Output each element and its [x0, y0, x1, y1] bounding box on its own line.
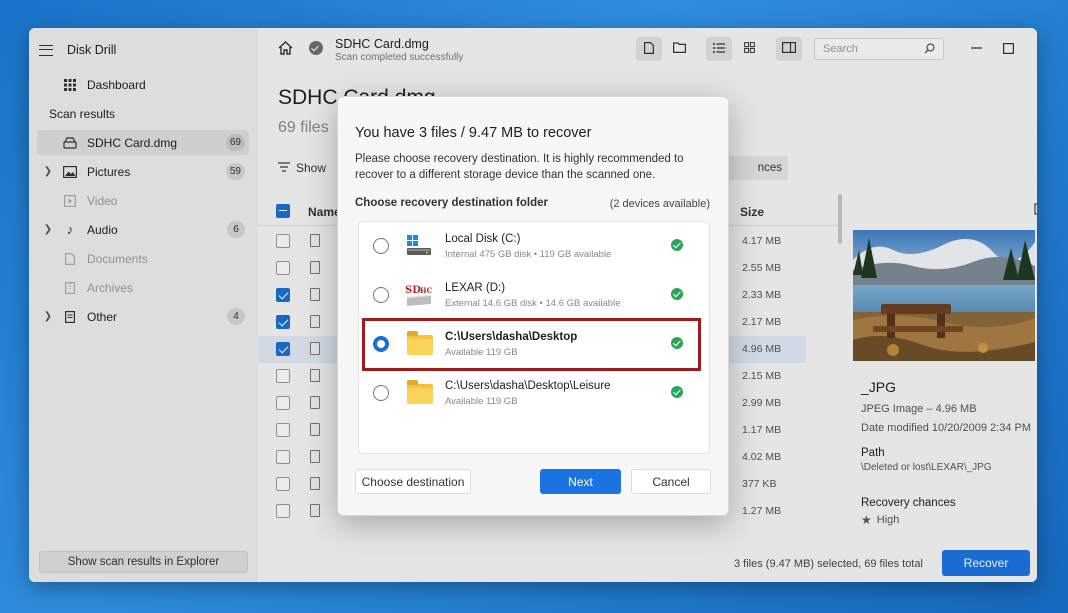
destination-radio[interactable] [373, 238, 389, 254]
destination-lexar-d[interactable]: SD HC LEXAR (D:) External 14.6 GB disk • … [359, 271, 709, 320]
folder-icon [405, 380, 433, 406]
devices-count: (2 devices available) [609, 198, 710, 210]
available-check-icon [671, 337, 683, 349]
svg-text:SD: SD [405, 285, 421, 296]
cancel-button[interactable]: Cancel [631, 469, 711, 494]
available-check-icon [671, 288, 683, 300]
destination-detail: Available 119 GB [445, 396, 518, 407]
folder-icon [405, 331, 433, 357]
destination-name: C:\Users\dasha\Desktop [445, 331, 578, 343]
destination-detail: Available 119 GB [445, 347, 518, 358]
destination-detail: External 14.6 GB disk • 14.6 GB availabl… [445, 298, 621, 309]
choose-destination-button[interactable]: Choose destination [355, 469, 471, 494]
recovery-destination-dialog: You have 3 files / 9.47 MB to recover Pl… [337, 96, 729, 516]
destination-radio-selected[interactable] [373, 336, 389, 352]
available-check-icon [671, 386, 683, 398]
destination-radio[interactable] [373, 287, 389, 303]
svg-text:HC: HC [420, 286, 433, 295]
dialog-title: You have 3 files / 9.47 MB to recover [355, 125, 592, 141]
destination-desktop[interactable]: C:\Users\dasha\Desktop Available 119 GB [362, 318, 701, 371]
dialog-description: Please choose recovery destination. It i… [355, 153, 684, 181]
destination-desktop-leisure[interactable]: C:\Users\dasha\Desktop\Leisure Available… [359, 369, 709, 418]
destination-name: C:\Users\dasha\Desktop\Leisure [445, 380, 611, 392]
destination-local-disk-c[interactable]: Local Disk (C:) Internal 475 GB disk • 1… [359, 222, 709, 271]
available-check-icon [671, 239, 683, 251]
destination-detail: Internal 475 GB disk • 119 GB available [445, 249, 612, 260]
destination-radio[interactable] [373, 385, 389, 401]
windows-drive-icon [405, 233, 433, 259]
destination-name: Local Disk (C:) [445, 233, 521, 245]
destination-list: Local Disk (C:) Internal 475 GB disk • 1… [358, 221, 710, 454]
next-button[interactable]: Next [540, 469, 621, 494]
choose-folder-label: Choose recovery destination folder [355, 197, 548, 209]
sdhc-card-icon: SD HC [405, 282, 433, 308]
destination-name: LEXAR (D:) [445, 282, 506, 294]
